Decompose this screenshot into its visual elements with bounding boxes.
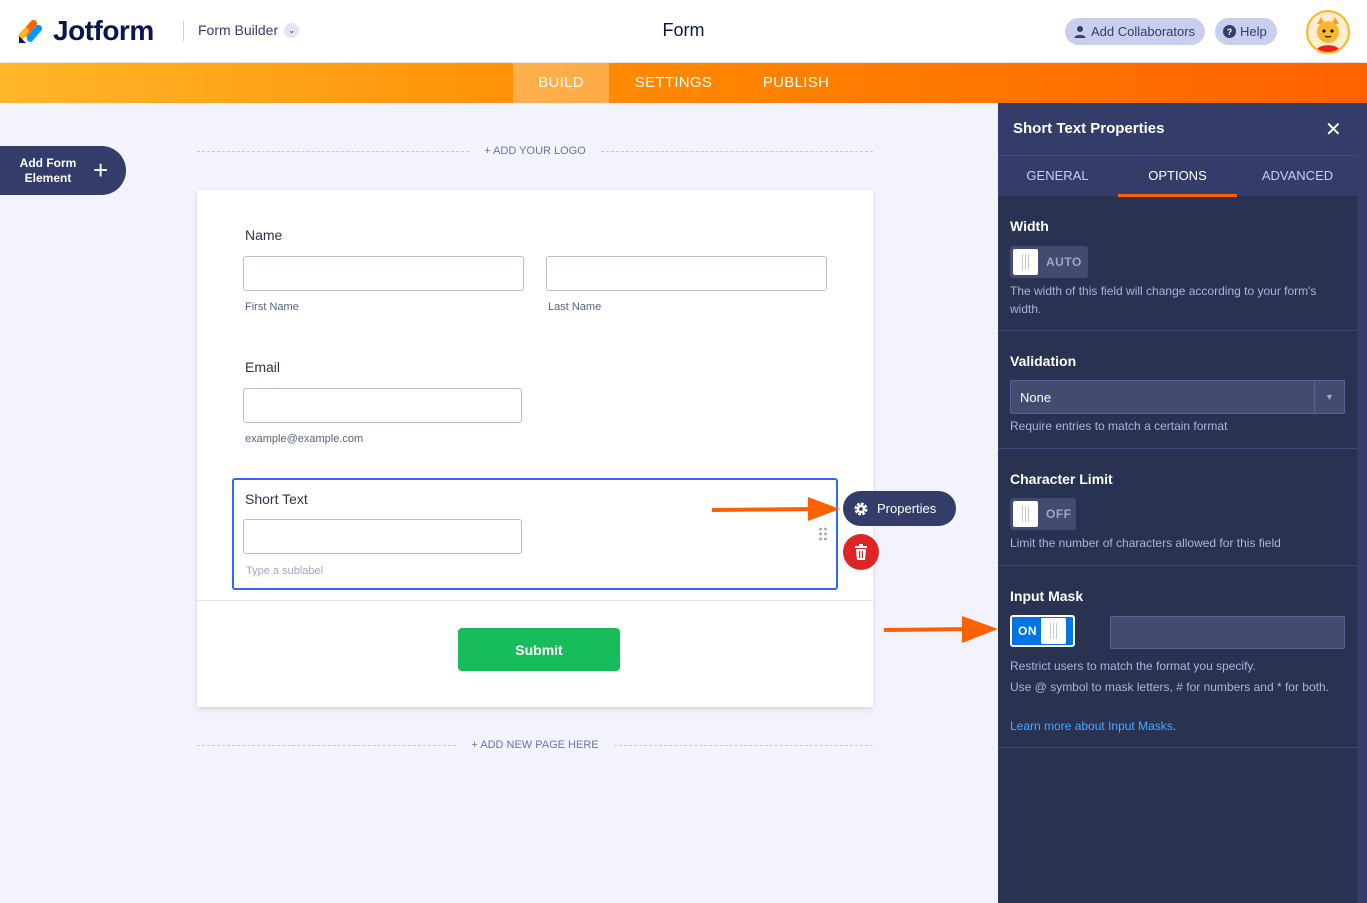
width-auto-toggle[interactable]: AUTO (1010, 246, 1088, 278)
annotation-arrow-properties (712, 497, 840, 521)
properties-label: Properties (877, 501, 937, 516)
short-text-input[interactable] (243, 519, 522, 554)
avatar-icon (1308, 12, 1348, 52)
email-input[interactable] (243, 388, 522, 423)
chevron-down-icon: ⌄ (284, 22, 300, 38)
input-mask-toggle-label: ON (1018, 624, 1037, 638)
character-limit-toggle[interactable]: OFF (1010, 498, 1076, 530)
name-label[interactable]: Name (245, 227, 282, 243)
builder-nav-bar: BUILD SETTINGS PUBLISH (0, 63, 1367, 103)
character-limit-description: Limit the number of characters allowed f… (1010, 536, 1281, 550)
jotform-logo[interactable]: Jotform (17, 15, 154, 47)
add-form-element-button[interactable]: Add Form Element + (0, 146, 126, 195)
first-name-input[interactable] (243, 256, 524, 291)
logo-text: Jotform (53, 15, 154, 46)
plus-icon: + (93, 155, 109, 185)
tab-options[interactable]: OPTIONS (1118, 156, 1237, 197)
width-description: The width of this field will change acco… (1010, 284, 1317, 316)
user-icon (1074, 25, 1086, 38)
input-mask-title: Input Mask (1010, 588, 1084, 604)
last-name-sublabel: Last Name (548, 301, 602, 313)
gear-icon (854, 502, 868, 515)
help-label: Help (1240, 24, 1267, 39)
short-text-sublabel[interactable]: Type a sublabel (246, 565, 323, 577)
panel-title: Short Text Properties (1013, 120, 1165, 137)
drag-handle-icon[interactable] (818, 527, 828, 541)
last-name-input[interactable] (546, 256, 827, 291)
delete-field-button[interactable] (843, 534, 879, 570)
validation-select[interactable]: None ▼ (1010, 380, 1345, 414)
learn-more-period: . (1172, 719, 1177, 733)
add-new-page-label[interactable]: + ADD NEW PAGE HERE (456, 739, 613, 751)
tab-settings[interactable]: SETTINGS (622, 63, 725, 103)
help-button[interactable]: ? Help (1215, 18, 1277, 45)
character-limit-title: Character Limit (1010, 471, 1113, 487)
input-mask-help: Use @ symbol to mask letters, # for numb… (1010, 680, 1329, 694)
width-toggle-label: AUTO (1046, 255, 1082, 269)
submit-button[interactable]: Submit (458, 628, 620, 671)
add-logo-row[interactable]: + ADD YOUR LOGO (197, 144, 874, 158)
dashed-divider (197, 150, 470, 152)
jotform-logo-icon (18, 19, 43, 43)
dashed-divider (613, 744, 873, 746)
panel-tabs: GENERAL OPTIONS ADVANCED (998, 155, 1357, 197)
validation-description: Require entries to match a certain forma… (1010, 419, 1228, 433)
toggle-knob (1041, 618, 1066, 644)
input-mask-learn-more-row: Learn more about Input Masks. (1010, 717, 1345, 735)
input-mask-description: Restrict users to match the format you s… (1010, 659, 1256, 673)
character-limit-toggle-label: OFF (1046, 507, 1072, 521)
top-bar: Jotform Form Builder ⌄ Form Add Collabor… (0, 0, 1367, 63)
add-logo-label[interactable]: + ADD YOUR LOGO (469, 145, 601, 157)
properties-panel: Short Text Properties ✕ GENERAL OPTIONS … (998, 103, 1367, 903)
tab-advanced[interactable]: ADVANCED (1238, 156, 1357, 197)
trash-icon (855, 544, 867, 560)
toggle-knob (1013, 249, 1038, 275)
validation-selected-value: None (1020, 389, 1052, 405)
panel-header: Short Text Properties ✕ (998, 103, 1357, 155)
annotation-arrow-input-mask (884, 616, 998, 643)
email-label[interactable]: Email (245, 359, 280, 375)
avatar[interactable] (1306, 10, 1350, 54)
learn-more-link[interactable]: Learn more about Input Masks (1010, 719, 1173, 733)
validation-title: Validation (1010, 353, 1077, 369)
panel-scrollbar[interactable] (1357, 103, 1367, 903)
caret-down-icon: ▼ (1314, 381, 1344, 413)
dashed-divider (600, 150, 874, 152)
dashed-divider (197, 744, 457, 746)
add-new-page-row[interactable]: + ADD NEW PAGE HERE (197, 738, 873, 752)
email-sublabel: example@example.com (245, 433, 364, 445)
submit-separator (197, 600, 873, 601)
add-collaborators-label: Add Collaborators (1091, 24, 1196, 39)
short-text-label[interactable]: Short Text (245, 491, 308, 507)
add-form-element-label: Add Form Element (19, 155, 77, 185)
form-builder-dropdown[interactable]: Form Builder ⌄ (198, 22, 300, 38)
tab-build[interactable]: BUILD (513, 63, 609, 103)
tab-general[interactable]: GENERAL (998, 156, 1117, 197)
input-mask-field[interactable] (1110, 616, 1345, 649)
close-icon[interactable]: ✕ (1325, 117, 1342, 142)
properties-button[interactable]: Properties (843, 491, 956, 526)
header-divider (183, 21, 184, 41)
form-builder-label: Form Builder (198, 22, 279, 38)
help-icon: ? (1223, 25, 1236, 38)
tab-publish[interactable]: PUBLISH (748, 63, 844, 103)
first-name-sublabel: First Name (245, 301, 299, 313)
width-title: Width (1010, 218, 1049, 234)
add-collaborators-button[interactable]: Add Collaborators (1065, 18, 1206, 45)
input-mask-toggle[interactable]: ON (1010, 615, 1075, 647)
toggle-knob (1013, 501, 1038, 527)
